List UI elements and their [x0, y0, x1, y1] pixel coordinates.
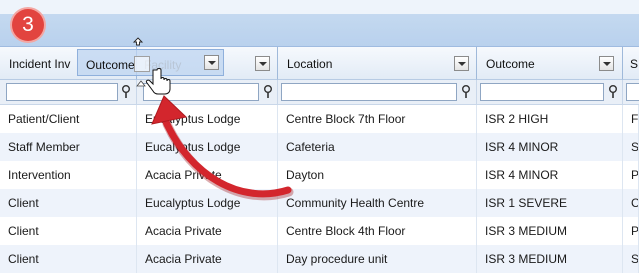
filter-cell-facility: [137, 80, 278, 105]
table-cell: Intervention: [0, 161, 137, 189]
table-cell: Centre Block 7th Floor: [278, 105, 477, 133]
table-row[interactable]: Patient/Client Eucalyptus Lodge Centre Blo…: [0, 105, 639, 133]
table-cell: Community Health Centre: [278, 189, 477, 217]
drag-placeholder: [134, 56, 150, 72]
filter-input[interactable]: [480, 83, 604, 101]
table-cell: Eucalyptus Lodge: [137, 189, 278, 217]
table-row[interactable]: Intervention Acacia Private Dayton ISR 4 MI…: [0, 161, 639, 189]
table-cell: Cafeteria: [278, 133, 477, 161]
column-header-label: S: [630, 57, 639, 71]
table-cell: Eucalyptus Lodge: [137, 133, 278, 161]
filter-input[interactable]: [281, 83, 457, 101]
filter-icon[interactable]: [461, 85, 471, 99]
filter-input[interactable]: [143, 83, 259, 101]
filter-cell-location: [278, 80, 477, 105]
filter-icon[interactable]: [608, 85, 618, 99]
table-cell: P: [623, 161, 639, 189]
table-cell: ISR 4 MINOR: [477, 161, 623, 189]
table-cell: ISR 3 MEDIUM: [477, 245, 623, 273]
filter-input[interactable]: [6, 83, 118, 101]
column-header-location[interactable]: Location: [278, 47, 477, 80]
table-cell: Client: [0, 245, 137, 273]
dragged-column-label: Outcome: [86, 58, 135, 72]
table-cell: Centre Block 4th Floor: [278, 217, 477, 245]
column-header-outcome[interactable]: Outcome: [477, 47, 623, 80]
filter-icon[interactable]: [263, 85, 273, 99]
dropdown-arrow-icon[interactable]: [454, 56, 469, 71]
table-cell: S: [623, 133, 639, 161]
table-cell: ISR 2 HIGH: [477, 105, 623, 133]
dropdown-arrow-icon: [204, 55, 219, 70]
column-header-label: Location: [287, 57, 333, 71]
table-cell: ISR 1 SEVERE: [477, 189, 623, 217]
table-cell: P: [623, 217, 639, 245]
table-cell: S: [623, 245, 639, 273]
table-cell: Client: [0, 189, 137, 217]
table-row[interactable]: Client Acacia Private Centre Block 4th Flo…: [0, 217, 639, 245]
column-header-label: Outcome: [486, 57, 535, 71]
table-cell: C: [623, 189, 639, 217]
dropdown-arrow-icon[interactable]: [599, 56, 614, 71]
table-cell: Client: [0, 217, 137, 245]
table-cell: Acacia Private: [137, 245, 278, 273]
table-cell: Day procedure unit: [278, 245, 477, 273]
table-row[interactable]: Client Eucalyptus Lodge Community Health C…: [0, 189, 639, 217]
dragged-column-header[interactable]: Outcome Facility: [77, 49, 224, 76]
filter-input[interactable]: [626, 83, 639, 101]
table-cell: Staff Member: [0, 133, 137, 161]
filter-cell-outcome: [477, 80, 623, 105]
table-cell: Acacia Private: [137, 217, 278, 245]
table-cell: Dayton: [278, 161, 477, 189]
filter-icon[interactable]: [121, 85, 131, 99]
column-header-label: Incident Inv: [9, 57, 71, 71]
dropdown-arrow-icon[interactable]: [255, 56, 270, 71]
table-cell: ISR 3 MEDIUM: [477, 217, 623, 245]
step-badge: 3: [12, 9, 44, 41]
table-cell: ISR 4 MINOR: [477, 133, 623, 161]
filter-cell-next: [623, 80, 639, 105]
filter-cell-incident-involvement: [0, 80, 137, 105]
table-cell: Acacia Private: [137, 161, 278, 189]
group-by-panel[interactable]: 3: [0, 0, 639, 47]
table-cell: F: [623, 105, 639, 133]
table-row[interactable]: Client Acacia Private Day procedure unit IS…: [0, 245, 639, 273]
table-cell: Patient/Client: [0, 105, 137, 133]
column-header-next[interactable]: S: [623, 47, 639, 80]
table-row[interactable]: Staff Member Eucalyptus Lodge Cafeteria ISR…: [0, 133, 639, 161]
table-cell: Eucalyptus Lodge: [137, 105, 278, 133]
